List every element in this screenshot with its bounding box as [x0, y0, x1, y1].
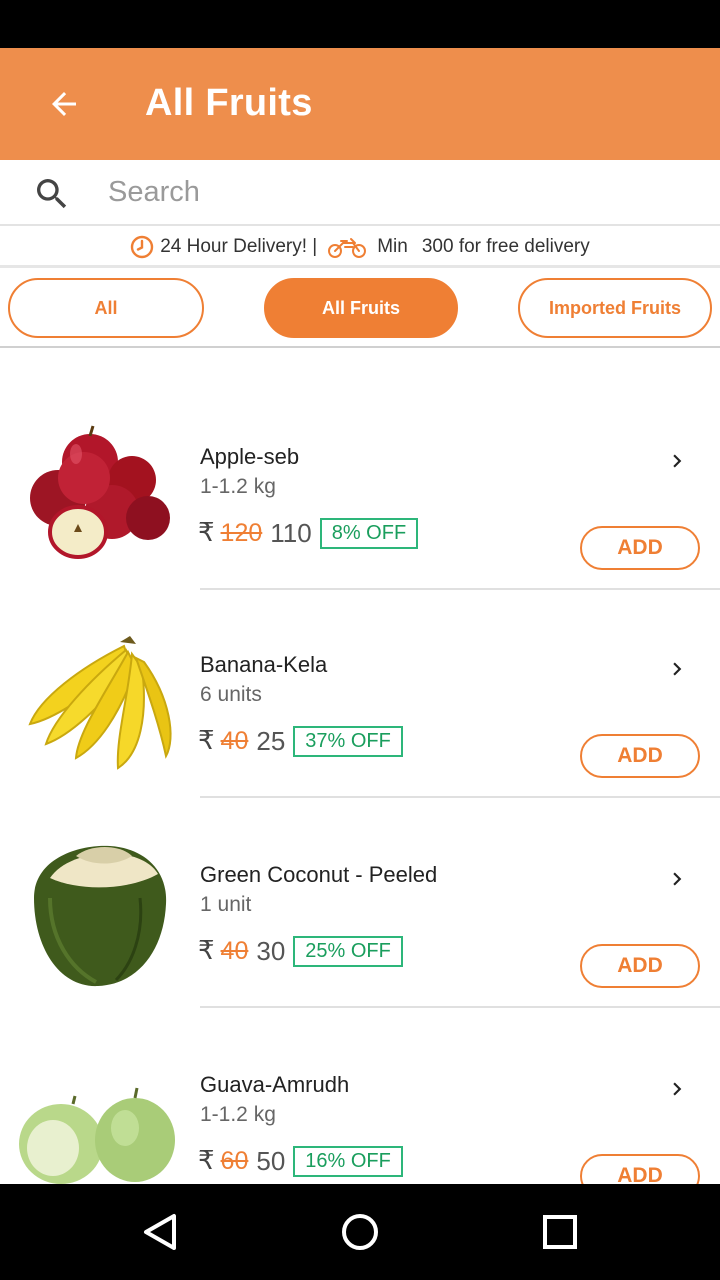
system-nav-bar: [0, 1184, 720, 1280]
search-input[interactable]: [108, 170, 688, 214]
page-title: All Fruits: [145, 82, 313, 124]
discount-badge: 25% OFF: [293, 935, 403, 967]
nav-recents-icon[interactable]: [536, 1208, 584, 1256]
product-item[interactable]: Banana-Kela 6 units ₹ 40 25 37% OFF ADD: [0, 588, 720, 798]
motorbike-icon: [328, 237, 367, 258]
arrow-left-icon: [52, 92, 76, 116]
rupee-icon: ₹: [198, 726, 215, 756]
search-icon[interactable]: [32, 174, 72, 214]
category-chips: All All Fruits Imported Fruits: [0, 270, 720, 348]
apple-image: [30, 425, 170, 559]
chip-all[interactable]: All: [8, 278, 204, 338]
chip-all-fruits[interactable]: All Fruits: [264, 278, 458, 338]
chip-imported-fruits[interactable]: Imported Fruits: [518, 278, 712, 338]
product-name: Apple-seb: [200, 444, 300, 469]
chevron-right-icon[interactable]: [664, 866, 690, 892]
nav-home-icon[interactable]: [336, 1208, 384, 1256]
product-name: Green Coconut - Peeled: [200, 862, 438, 887]
delivery-24h-text: 24 Hour Delivery! |: [160, 235, 318, 257]
add-button[interactable]: ADD: [580, 944, 700, 988]
delivery-info: 24 Hour Delivery! | Min 300 for free del…: [0, 228, 720, 268]
product-quantity: 6 units: [200, 683, 262, 706]
mrp-price: 40: [220, 726, 249, 755]
delivery-min-text: 300 for free delivery: [421, 235, 590, 257]
add-button[interactable]: ADD: [580, 1154, 700, 1184]
banana-image: [28, 636, 172, 770]
sale-price: 25: [256, 725, 286, 756]
discount-badge: 16% OFF: [293, 1145, 403, 1177]
product-quantity: 1-1.2 kg: [200, 1103, 276, 1126]
back-button[interactable]: [30, 78, 98, 130]
sale-price: 30: [256, 935, 286, 966]
delivery-min-label: Min: [377, 235, 408, 257]
discount-badge: 37% OFF: [293, 725, 403, 757]
mrp-price: 60: [220, 1146, 249, 1175]
product-item[interactable]: Apple-seb 1-1.2 kg ₹ 120 110 8% OFF ADD: [0, 380, 720, 590]
status-bar: [0, 0, 720, 48]
add-button[interactable]: ADD: [580, 734, 700, 778]
price-row: ₹ 40 25 37% OFF: [198, 724, 403, 758]
chevron-right-icon[interactable]: [664, 448, 690, 474]
guava-image: [19, 1087, 175, 1184]
product-item[interactable]: Guava-Amrudh 1-1.2 kg ₹ 60 50 16% OFF AD…: [0, 1008, 720, 1184]
product-name: Guava-Amrudh: [200, 1072, 350, 1097]
price-row: ₹ 60 50 16% OFF: [198, 1144, 403, 1178]
rupee-icon: ₹: [198, 1146, 215, 1176]
add-button[interactable]: ADD: [580, 526, 700, 570]
product-quantity: 1-1.2 kg: [200, 475, 276, 498]
price-row: ₹ 40 30 25% OFF: [198, 934, 403, 968]
mrp-price: 40: [220, 936, 249, 965]
product-name: Banana-Kela: [200, 652, 328, 677]
chevron-right-icon[interactable]: [664, 656, 690, 682]
app-bar: All Fruits: [0, 48, 720, 160]
product-item[interactable]: Green Coconut - Peeled 1 unit ₹ 40 30 25…: [0, 798, 720, 1008]
chevron-right-icon[interactable]: [664, 1076, 690, 1102]
coconut-image: [34, 845, 167, 987]
sale-price: 110: [270, 517, 312, 548]
sale-price: 50: [256, 1145, 286, 1176]
product-list: Apple-seb 1-1.2 kg ₹ 120 110 8% OFF ADD …: [0, 350, 720, 1184]
product-quantity: 1 unit: [200, 893, 252, 916]
nav-back-icon[interactable]: [136, 1208, 184, 1256]
rupee-icon: ₹: [198, 936, 215, 966]
mrp-price: 120: [220, 518, 263, 547]
search-bar: [0, 160, 720, 226]
price-row: ₹ 120 110 8% OFF: [198, 516, 419, 550]
clock-icon: [131, 235, 154, 258]
discount-badge: 8% OFF: [319, 517, 419, 549]
rupee-icon: ₹: [198, 518, 215, 548]
